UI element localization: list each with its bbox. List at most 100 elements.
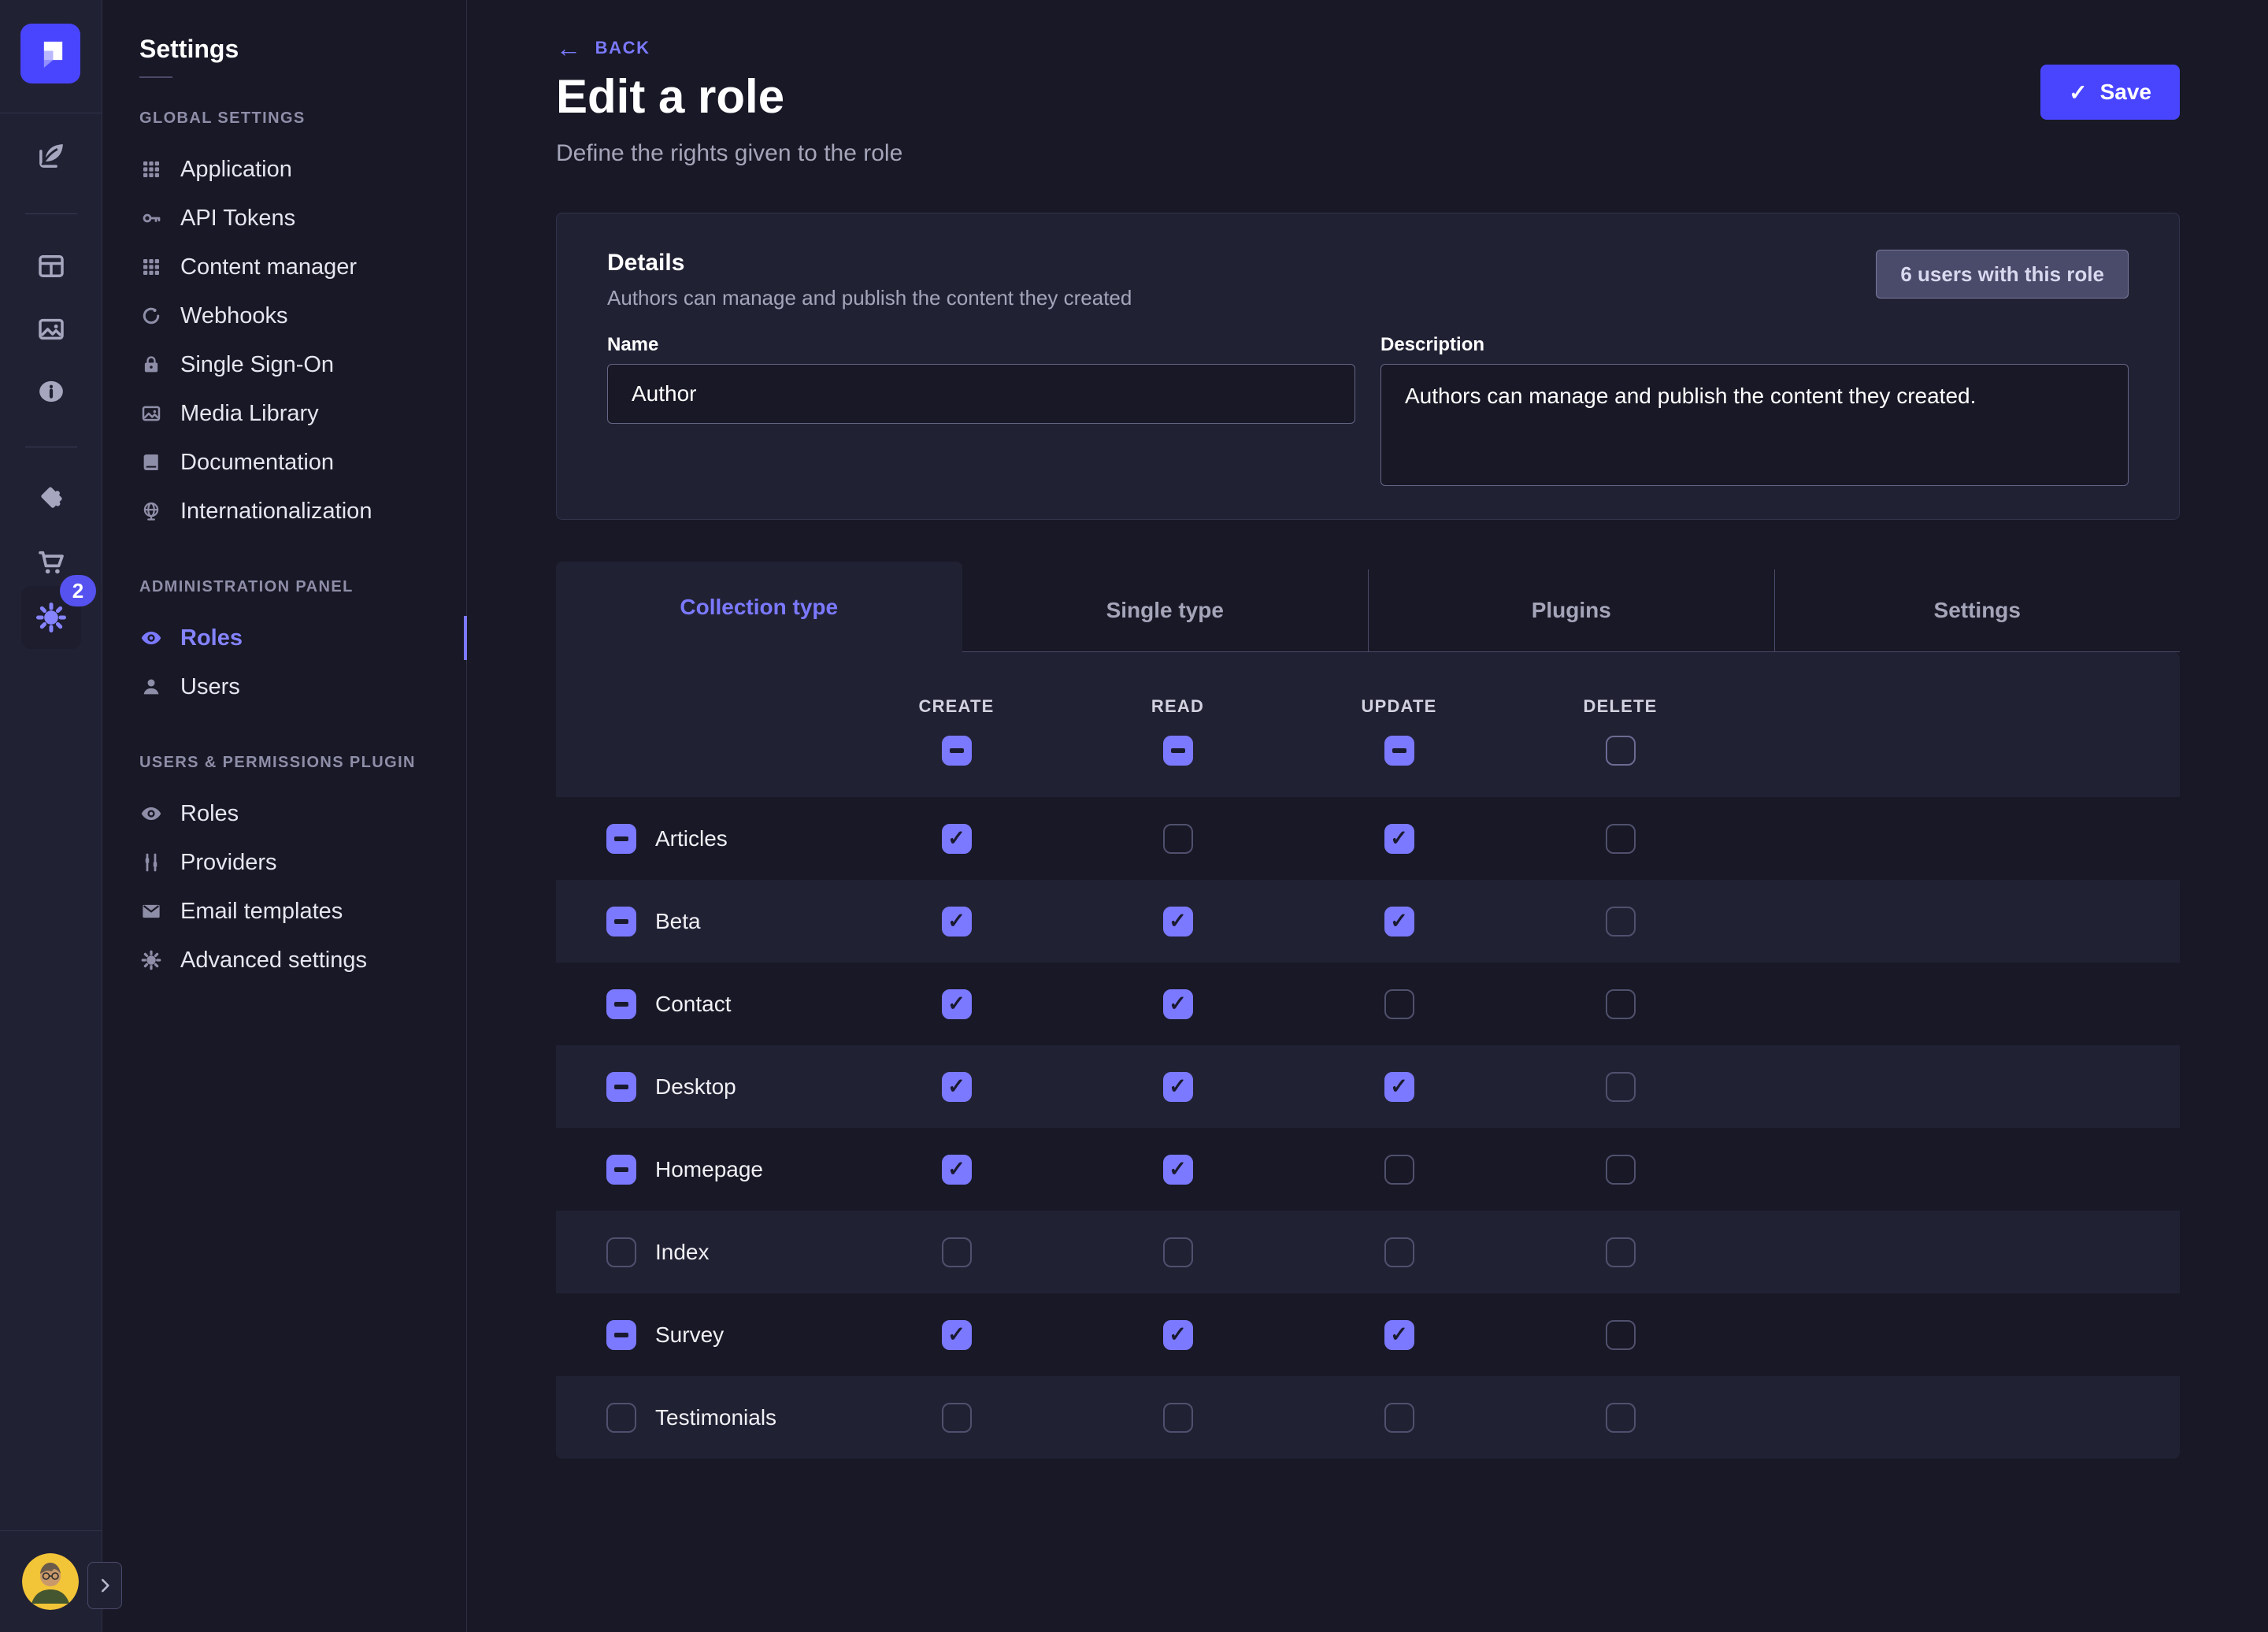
testimonials-update-checkbox[interactable]	[1384, 1403, 1414, 1433]
beta-delete-checkbox[interactable]	[1606, 907, 1636, 937]
settings-sidebar: Settings GLOBAL SETTINGS Application API…	[103, 0, 467, 1632]
save-button[interactable]: ✓ Save	[2040, 65, 2180, 120]
row-label-beta: Beta	[655, 909, 701, 934]
contact-create-checkbox[interactable]	[942, 989, 972, 1019]
contact-read-checkbox[interactable]	[1163, 989, 1193, 1019]
sidebar-item-advanced-settings[interactable]: Advanced settings	[103, 936, 466, 985]
plugins-icon[interactable]	[29, 477, 73, 521]
main-content: ← BACK Edit a role Define the rights giv…	[468, 0, 2268, 1632]
row-checkbox-contact[interactable]	[606, 989, 636, 1019]
tab-single-type[interactable]: Single type	[962, 569, 1369, 652]
beta-update-checkbox[interactable]	[1384, 907, 1414, 937]
key-icon	[139, 206, 163, 230]
row-checkbox-testimonials[interactable]	[606, 1403, 636, 1433]
sidebar-item-webhooks[interactable]: Webhooks	[103, 291, 466, 340]
tab-settings[interactable]: Settings	[1774, 569, 2181, 652]
beta-create-checkbox[interactable]	[942, 907, 972, 937]
contact-delete-checkbox[interactable]	[1606, 989, 1636, 1019]
create-content-icon[interactable]	[29, 134, 73, 178]
homepage-delete-checkbox[interactable]	[1606, 1155, 1636, 1185]
sidebar-item-api-tokens[interactable]: API Tokens	[103, 194, 466, 243]
description-field-group: Description Authors can manage and publi…	[1380, 334, 2129, 490]
row-checkbox-index[interactable]	[606, 1237, 636, 1267]
survey-create-checkbox[interactable]	[942, 1320, 972, 1350]
sidebar-item-providers[interactable]: Providers	[103, 838, 466, 887]
articles-create-checkbox[interactable]	[942, 824, 972, 854]
survey-delete-checkbox[interactable]	[1606, 1320, 1636, 1350]
content-type-builder-icon[interactable]	[29, 244, 73, 288]
name-input[interactable]	[607, 364, 1355, 424]
row-checkbox-beta[interactable]	[606, 907, 636, 937]
index-create-checkbox[interactable]	[942, 1237, 972, 1267]
tabs: Collection typeSingle typePluginsSetting…	[556, 562, 2180, 652]
strapi-logo[interactable]	[20, 24, 80, 83]
sidebar-item-email-templates[interactable]: Email templates	[103, 887, 466, 936]
details-card: Details Authors can manage and publish t…	[556, 213, 2180, 520]
row-checkbox-survey[interactable]	[606, 1320, 636, 1350]
master-checkbox-create[interactable]	[942, 736, 972, 766]
master-checkbox-read[interactable]	[1163, 736, 1193, 766]
sidebar-item-label: Internationalization	[180, 499, 372, 525]
users-with-role-button[interactable]: 6 users with this role	[1876, 250, 2129, 299]
sidebar-item-application[interactable]: Application	[103, 145, 466, 194]
index-update-checkbox[interactable]	[1384, 1237, 1414, 1267]
contact-update-checkbox[interactable]	[1384, 989, 1414, 1019]
media-library-icon[interactable]	[29, 307, 73, 351]
desktop-update-checkbox[interactable]	[1384, 1072, 1414, 1102]
notification-badge: 2	[60, 575, 96, 606]
master-checkbox-delete[interactable]	[1606, 736, 1636, 766]
expand-sidebar-button[interactable]	[87, 1562, 122, 1609]
testimonials-create-checkbox[interactable]	[942, 1403, 972, 1433]
section-header: GLOBAL SETTINGS	[103, 109, 466, 128]
homepage-read-checkbox[interactable]	[1163, 1155, 1193, 1185]
homepage-update-checkbox[interactable]	[1384, 1155, 1414, 1185]
index-read-checkbox[interactable]	[1163, 1237, 1193, 1267]
articles-update-checkbox[interactable]	[1384, 824, 1414, 854]
testimonials-delete-checkbox[interactable]	[1606, 1403, 1636, 1433]
survey-read-checkbox[interactable]	[1163, 1320, 1193, 1350]
sidebar-item-media-library[interactable]: Media Library	[103, 389, 466, 438]
row-checkbox-articles[interactable]	[606, 824, 636, 854]
settings-nav-active[interactable]: 2	[21, 586, 81, 649]
articles-delete-checkbox[interactable]	[1606, 824, 1636, 854]
permission-row-contact: Contact	[556, 963, 2180, 1045]
sidebar-item-label: Application	[180, 157, 292, 183]
sidebar-item-label: Documentation	[180, 450, 334, 476]
tab-collection-type[interactable]: Collection type	[556, 562, 962, 652]
index-delete-checkbox[interactable]	[1606, 1237, 1636, 1267]
providers-icon	[139, 851, 163, 874]
name-field-group: Name	[607, 334, 1355, 490]
description-textarea[interactable]: Authors can manage and publish the conte…	[1380, 364, 2129, 486]
beta-read-checkbox[interactable]	[1163, 907, 1193, 937]
back-button[interactable]: ← BACK	[556, 38, 650, 58]
desktop-read-checkbox[interactable]	[1163, 1072, 1193, 1102]
avatar[interactable]	[22, 1553, 79, 1610]
sidebar-item-roles[interactable]: Roles	[103, 614, 466, 662]
sidebar-item-roles[interactable]: Roles	[103, 789, 466, 838]
main-nav: 2	[0, 0, 102, 1632]
row-checkbox-homepage[interactable]	[606, 1155, 636, 1185]
testimonials-read-checkbox[interactable]	[1163, 1403, 1193, 1433]
sidebar-item-single-sign-on[interactable]: Single Sign-On	[103, 340, 466, 389]
book-icon	[139, 451, 163, 474]
homepage-create-checkbox[interactable]	[942, 1155, 972, 1185]
sidebar-item-users[interactable]: Users	[103, 662, 466, 711]
sidebar-item-label: API Tokens	[180, 206, 295, 232]
sidebar-item-internationalization[interactable]: Internationalization	[103, 487, 466, 536]
desktop-create-checkbox[interactable]	[942, 1072, 972, 1102]
survey-update-checkbox[interactable]	[1384, 1320, 1414, 1350]
articles-read-checkbox[interactable]	[1163, 824, 1193, 854]
general-info-icon[interactable]	[29, 369, 73, 414]
row-label-contact: Contact	[655, 992, 732, 1017]
desktop-delete-checkbox[interactable]	[1606, 1072, 1636, 1102]
media-icon	[139, 402, 163, 425]
tab-plugins[interactable]: Plugins	[1368, 569, 1774, 652]
sidebar-item-label: Roles	[180, 625, 243, 651]
sidebar-item-content-manager[interactable]: Content manager	[103, 243, 466, 291]
swirl-icon	[139, 304, 163, 328]
row-checkbox-desktop[interactable]	[606, 1072, 636, 1102]
sidebar-item-documentation[interactable]: Documentation	[103, 438, 466, 487]
gear-icon	[139, 948, 163, 972]
section-items: Application API Tokens Content manager W…	[103, 145, 466, 536]
master-checkbox-update[interactable]	[1384, 736, 1414, 766]
